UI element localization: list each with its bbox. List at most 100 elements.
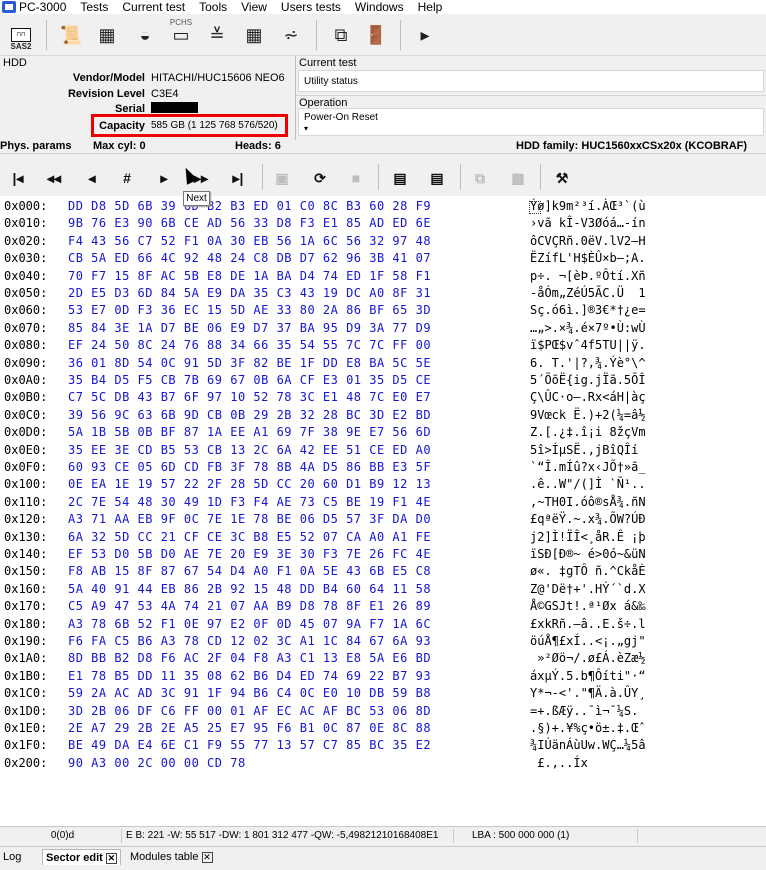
dropdown-arrow-icon[interactable]: ▾ <box>304 124 308 133</box>
hex-bytes[interactable]: 0E EA 1E 19 57 22 2F 28 5D CC 20 60 D1 B… <box>68 476 431 493</box>
hex-bytes[interactable]: 39 56 9C 63 6B 9D CB 0B 29 2B 32 28 BC 3… <box>68 407 431 424</box>
sas2-port-button[interactable]: ⊓⊓ SAS2 <box>6 20 36 51</box>
hex-bytes[interactable]: DD D8 5D 6B 39 6D B2 B3 ED 01 C0 8C B3 6… <box>68 198 431 215</box>
hex-bytes[interactable]: C7 5C DB 43 B7 6F 97 10 52 78 3C E1 48 7… <box>68 389 431 406</box>
save-button[interactable]: ▣ <box>268 164 296 192</box>
hex-ascii[interactable]: j2]Ì!ÏÎ<¸åR.Ê ¡þ <box>530 529 766 546</box>
hex-ascii[interactable]: .§)+.¥%ç•ö±.‡.Œˆ <box>530 720 766 737</box>
hex-bytes[interactable]: C5 A9 47 53 4A 74 21 07 AA B9 D8 78 8F E… <box>68 598 431 615</box>
windows-button[interactable]: ⧉ <box>326 20 356 50</box>
hex-ascii[interactable]: -åÓm„ZéÚ5ÃC.Ü 1 <box>530 285 766 302</box>
hex-ascii[interactable]: ï$PŒ$vˆ4f5TU||ÿ. <box>530 337 766 354</box>
hex-row[interactable]: 0x170: C5 A9 47 53 4A 74 21 07 AA B9 D8 7… <box>0 598 766 615</box>
hex-row[interactable]: 0x050: 2D E5 D3 6D 84 5A E9 DA 35 C3 43 1… <box>0 285 766 302</box>
write-from-buffer-button[interactable]: ▤ <box>423 164 451 192</box>
hex-ascii[interactable]: ø«. ‡gTÔ ñ.^CkåÈ <box>530 563 766 580</box>
hex-row[interactable]: 0x090: 36 01 8D 54 0C 91 5D 3F 82 BE 1F D… <box>0 355 766 372</box>
hex-row[interactable]: 0x180: A3 78 6B 52 F1 0E 97 E2 0F 0D 45 0… <box>0 616 766 633</box>
close-icon[interactable]: ✕ <box>201 851 213 863</box>
stop-button[interactable]: ■ <box>342 164 370 192</box>
hex-row[interactable]: 0x020: F4 43 56 C7 52 F1 0A 30 EB 56 1A 6… <box>0 233 766 250</box>
hex-bytes[interactable]: EF 24 50 8C 24 76 88 34 66 35 54 55 7C 7… <box>68 337 431 354</box>
hex-row[interactable]: 0x1E0: 2E A7 29 2B 2E A5 25 E7 95 F6 B1 0… <box>0 720 766 737</box>
grid-button[interactable]: ▦ <box>239 20 269 50</box>
hex-ascii[interactable]: Sç.ó6ì.]®3€*†¿e= <box>530 302 766 319</box>
close-icon[interactable]: ✕ <box>105 852 117 864</box>
hex-row[interactable]: 0x1D0: 3D 2B 06 DF C6 FF 00 01 AF EC AC A… <box>0 703 766 720</box>
hex-row[interactable]: 0x010: 9B 76 E3 90 6B CE AD 56 33 D8 F3 E… <box>0 215 766 232</box>
hex-row[interactable]: 0x200: 90 A3 00 2C 00 00 CD 78 £.,..Íx <box>0 755 766 772</box>
hex-bytes[interactable]: 85 84 3E 1A D7 BE 06 E9 D7 37 BA 95 D9 3… <box>68 320 431 337</box>
hex-bytes[interactable]: 5A 40 91 44 EB 86 2B 92 15 48 DD B4 60 6… <box>68 581 431 598</box>
pchs-button[interactable]: PCHS ▭ <box>166 18 196 50</box>
hex-ascii[interactable]: Å©GSJt!.ª¹Øx á&‰ <box>530 598 766 615</box>
hex-bytes[interactable]: 5A 1B 5B 0B BF 87 1A EE A1 69 7F 38 9E E… <box>68 424 431 441</box>
hex-ascii[interactable]: £qªëŸ.~.x¾.ÕW?ÚÐ <box>530 511 766 528</box>
menu-view[interactable]: View <box>241 0 267 14</box>
hex-bytes[interactable]: BE 49 DA E4 6E C1 F9 55 77 13 57 C7 85 B… <box>68 737 431 754</box>
hex-ascii[interactable]: »²Øö¬/.ø£Á.èZæ½ <box>530 650 766 667</box>
hex-row[interactable]: 0x110: 2C 7E 54 48 30 49 1D F3 F4 AE 73 C… <box>0 494 766 511</box>
hex-row[interactable]: 0x130: 6A 32 5D CC 21 CF CE 3C B8 E5 52 0… <box>0 529 766 546</box>
hex-bytes[interactable]: E1 78 B5 DD 11 35 08 62 B6 D4 ED 74 69 2… <box>68 668 431 685</box>
hex-bytes[interactable]: 2C 7E 54 48 30 49 1D F3 F4 AE 73 C5 BE 1… <box>68 494 431 511</box>
hex-row[interactable]: 0x040: 70 F7 15 8F AC 5B E8 DE 1A BA D4 7… <box>0 268 766 285</box>
hex-row[interactable]: 0x0A0: 35 B4 D5 F5 CB 7B 69 67 0B 6A CF E… <box>0 372 766 389</box>
hex-bytes[interactable]: 90 A3 00 2C 00 00 CD 78 <box>68 755 246 772</box>
hex-ascii[interactable]: ËZífL'H$ÈÛ×b–;A. <box>530 250 766 267</box>
hex-bytes[interactable]: 70 F7 15 8F AC 5B E8 DE 1A BA D4 74 ED 1… <box>68 268 431 285</box>
hex-ascii[interactable]: Ýø]k9m²³í.ÀŒ³`(ù <box>530 198 766 215</box>
last-sector-button[interactable]: ▸| <box>224 164 252 192</box>
hex-row[interactable]: 0x080: EF 24 50 8C 24 76 88 34 66 35 54 5… <box>0 337 766 354</box>
hex-ascii[interactable]: ôCVÇRñ.0ëV.lV2—H <box>530 233 766 250</box>
hex-ascii[interactable]: ,~TH0I.óô®sÅ¾.ñN <box>530 494 766 511</box>
hex-ascii[interactable]: öúÅ¶£xÍ..<¡.„gj" <box>530 633 766 650</box>
read-to-buffer-button[interactable]: ▤ <box>386 164 414 192</box>
hex-ascii[interactable]: áxµÝ.5.b¶Ôíti"·“ <box>530 668 766 685</box>
tab-modules-table[interactable]: Modules table ✕ <box>127 849 216 865</box>
hex-ascii[interactable]: =+.ßÆÿ..¯ì¬¯¼S. <box>530 703 766 720</box>
hex-bytes[interactable]: 59 2A AC AD 3C 91 1F 94 B6 C4 0C E0 10 D… <box>68 685 431 702</box>
paste-button[interactable]: ▩ <box>504 164 532 192</box>
hex-ascii[interactable]: 9Vœck Ë.)+2(¼=â½ <box>530 407 766 424</box>
scroll-log-button[interactable]: 📜 <box>56 20 86 50</box>
hex-bytes[interactable]: F8 AB 15 8F 87 67 54 D4 A0 F1 0A 5E 43 6… <box>68 563 431 580</box>
hex-ascii[interactable]: …„>.×¾.é×7º•Ù:wÙ <box>530 320 766 337</box>
hex-bytes[interactable]: 36 01 8D 54 0C 91 5D 3F 82 BE 1F DD E8 B… <box>68 355 431 372</box>
hex-row[interactable]: 0x0E0: 35 EE 3E CD B5 53 CB 13 2C 6A 42 E… <box>0 442 766 459</box>
hex-bytes[interactable]: CB 5A ED 66 4C 92 48 24 C8 DB D7 62 96 3… <box>68 250 431 267</box>
hex-row[interactable]: 0x140: EF 53 D0 5B D0 AE 7E 20 E9 3E 30 F… <box>0 546 766 563</box>
hex-ascii[interactable]: 5´ÕõË{ig.jÏã.5ÕÎ <box>530 372 766 389</box>
hex-bytes[interactable]: 3D 2B 06 DF C6 FF 00 01 AF EC AC AF BC 5… <box>68 703 431 720</box>
disk-button[interactable]: ◒ <box>130 20 160 50</box>
hex-ascii[interactable]: 5î>ÍµSË.,jBîQÎí <box>530 442 766 459</box>
hex-row[interactable]: 0x120: A3 71 AA EB 9F 0C 7E 1E 78 BE 06 D… <box>0 511 766 528</box>
menu-tools[interactable]: Tools <box>199 0 227 14</box>
fast-back-button[interactable]: ◂◂ <box>40 164 68 192</box>
hex-ascii[interactable]: 6. T.'|?,¾.Ýè°\^ <box>530 355 766 372</box>
hex-bytes[interactable]: 6A 32 5D CC 21 CF CE 3C B8 E5 52 07 CA A… <box>68 529 431 546</box>
hex-row[interactable]: 0x0C0: 39 56 9C 63 6B 9D CB 0B 29 2B 32 2… <box>0 407 766 424</box>
hex-row[interactable]: 0x060: 53 E7 0D F3 36 EC 15 5D AE 33 80 2… <box>0 302 766 319</box>
hex-row[interactable]: 0x100: 0E EA 1E 19 57 22 2F 28 5D CC 20 6… <box>0 476 766 493</box>
hex-bytes[interactable]: 2D E5 D3 6D 84 5A E9 DA 35 C3 43 19 DC A… <box>68 285 431 302</box>
hex-bytes[interactable]: 53 E7 0D F3 36 EC 15 5D AE 33 80 2A 86 B… <box>68 302 431 319</box>
hex-bytes[interactable]: EF 53 D0 5B D0 AE 7E 20 E9 3E 30 F3 7E 2… <box>68 546 431 563</box>
hex-row[interactable]: 0x0D0: 5A 1B 5B 0B BF 87 1A EE A1 69 7F 3… <box>0 424 766 441</box>
copy-button[interactable]: ⧉ <box>466 164 494 192</box>
hex-row[interactable]: 0x150: F8 AB 15 8F 87 67 54 D4 A0 F1 0A 5… <box>0 563 766 580</box>
hex-bytes[interactable]: 60 93 CE 05 6D CD FB 3F 78 8B 4A D5 86 B… <box>68 459 431 476</box>
tab-sector-edit[interactable]: Sector edit ✕ <box>42 849 121 865</box>
hex-row[interactable]: 0x160: 5A 40 91 44 EB 86 2B 92 15 48 DD B… <box>0 581 766 598</box>
hex-bytes[interactable]: 9B 76 E3 90 6B CE AD 56 33 D8 F3 E1 85 A… <box>68 215 431 232</box>
hex-row[interactable]: 0x0B0: C7 5C DB 43 B7 6F 97 10 52 78 3C E… <box>0 389 766 406</box>
menu-windows[interactable]: Windows <box>355 0 404 14</box>
hex-bytes[interactable]: A3 71 AA EB 9F 0C 7E 1E 78 BE 06 D5 57 3… <box>68 511 431 528</box>
hex-row[interactable]: 0x000: DD D8 5D 6B 39 6D B2 B3 ED 01 C0 8… <box>0 198 766 215</box>
goto-sector-button[interactable]: # <box>113 164 141 192</box>
chip-button[interactable]: ▦ <box>92 20 122 50</box>
hex-ascii[interactable]: `“Î.mÍû?x‹JÕ†»ã_ <box>530 459 766 476</box>
hex-bytes[interactable]: 35 EE 3E CD B5 53 CB 13 2C 6A 42 EE 51 C… <box>68 442 431 459</box>
refresh-button[interactable]: ⟳ <box>306 164 334 192</box>
head-map-button[interactable]: ⩫ <box>276 20 306 50</box>
